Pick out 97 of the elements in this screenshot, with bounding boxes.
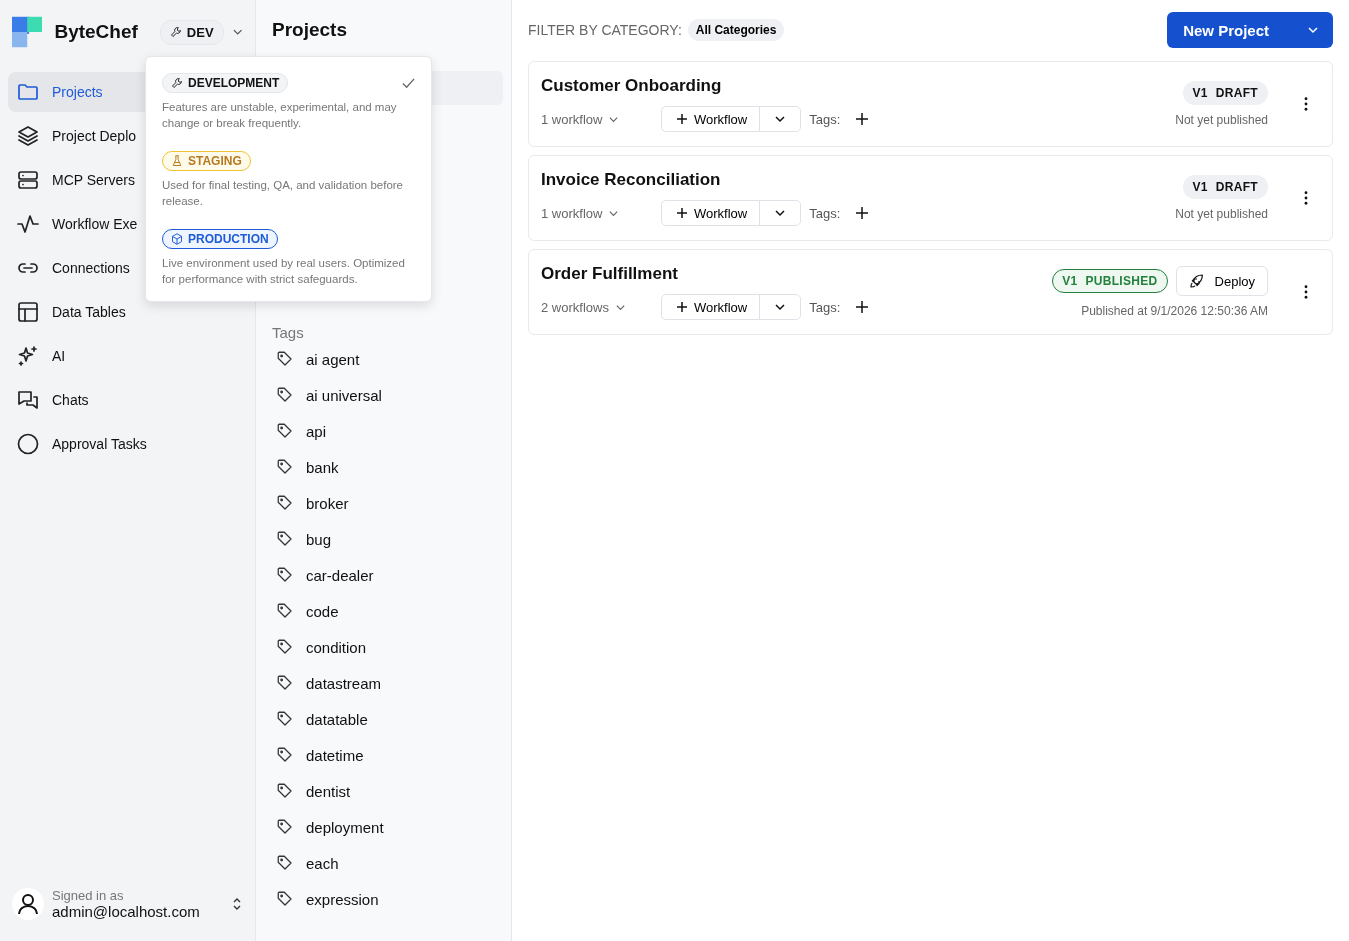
tag-icon <box>276 710 294 728</box>
environment-option[interactable]: PRODUCTION <box>162 229 278 249</box>
workflow-count[interactable]: 1 workflow <box>541 205 661 221</box>
chat-icon[interactable] <box>16 388 40 412</box>
sparkles-icon[interactable] <box>16 344 40 368</box>
panel-title: Projects <box>272 19 348 41</box>
logo-icon <box>12 16 43 48</box>
user-avatar-icon[interactable] <box>12 888 44 920</box>
workflow-count[interactable]: 1 workflow <box>541 111 661 127</box>
tags-heading: Tags <box>272 324 305 341</box>
tag-item[interactable]: bank <box>272 449 503 485</box>
environment-description: Live environment used by real users. Optimized for performance with strict safeguards. <box>162 256 406 287</box>
environment-selector[interactable]: DEV <box>159 19 224 45</box>
tag-item[interactable]: deployment <box>272 809 503 845</box>
category-filter[interactable]: All Categories <box>687 19 785 41</box>
tag-icon <box>276 854 294 872</box>
chevron-down-icon <box>774 301 787 313</box>
project-card[interactable]: Customer Onboarding 1 workflow Workflow Tags: V1 DRAFT Not yet published <box>528 61 1333 147</box>
more-options-icon[interactable] <box>1304 191 1308 205</box>
new-project-button[interactable]: New Project <box>1167 12 1333 48</box>
tag-icon <box>276 818 294 836</box>
project-name: Order Fulfillment <box>541 264 679 284</box>
publish-status: Not yet published <box>1175 113 1268 127</box>
publish-status: Not yet published <box>1175 207 1268 221</box>
table-icon[interactable] <box>16 300 40 324</box>
tags-label: Tags: <box>809 299 841 315</box>
environment-description: Used for final testing, QA, and validation before release. <box>162 178 404 209</box>
chevron-down-icon <box>774 207 787 219</box>
tag-item[interactable]: datatable <box>272 701 503 737</box>
user-email: admin@localhost.com <box>52 903 201 920</box>
filter-label: FILTER BY CATEGORY: <box>528 22 682 38</box>
status-badge: V1 DRAFT <box>1182 81 1268 105</box>
publish-status: Published at 9/1/2026 12:50:36 AM <box>1081 304 1268 318</box>
tag-icon <box>276 530 294 548</box>
rocket-icon <box>1188 273 1205 289</box>
tag-icon <box>276 638 294 656</box>
more-options-icon[interactable] <box>1304 97 1308 111</box>
signed-in-caption: Signed in as <box>52 888 125 903</box>
chevron-down-icon <box>1307 24 1319 36</box>
tags-label: Tags: <box>809 111 841 127</box>
more-options-icon[interactable] <box>1304 285 1308 299</box>
nav-item[interactable]: AI <box>8 336 247 376</box>
tag-item[interactable]: condition <box>272 629 503 665</box>
project-card[interactable]: Invoice Reconciliation 1 workflow Workflow Tags: V1 DRAFT Not yet published <box>528 155 1333 241</box>
tag-icon <box>276 674 294 692</box>
tag-item[interactable]: dentist <box>272 773 503 809</box>
tag-item[interactable]: datastream <box>272 665 503 701</box>
tag-icon <box>276 458 294 476</box>
add-tag-icon[interactable] <box>856 301 869 313</box>
tag-item[interactable]: expression <box>272 881 503 917</box>
server-icon[interactable] <box>16 168 40 192</box>
wrench-icon <box>169 26 182 38</box>
tag-icon <box>276 422 294 440</box>
nav-item[interactable]: Data Tables <box>8 292 247 332</box>
tag-icon <box>276 746 294 764</box>
project-card[interactable]: Order Fulfillment 2 workflows Workflow Tags: V1 PUBLISHED Deploy Published at 9/1/2026 12:50:36 AM <box>528 249 1333 335</box>
layers-icon[interactable] <box>16 124 40 148</box>
status-badge: V1 PUBLISHED <box>1052 269 1168 293</box>
tag-item[interactable]: code <box>272 593 503 629</box>
nav-item[interactable]: Chats <box>8 380 247 420</box>
plus-icon <box>676 207 688 219</box>
app-name: ByteChef <box>54 21 138 43</box>
chevron-down-icon <box>774 113 787 125</box>
tag-item[interactable]: broker <box>272 485 503 521</box>
status-badge: V1 DRAFT <box>1182 175 1268 199</box>
workflow-count[interactable]: 2 workflows <box>541 299 661 315</box>
tag-item[interactable]: each <box>272 845 503 881</box>
tag-item[interactable]: car-dealer <box>272 557 503 593</box>
project-name: Customer Onboarding <box>541 76 723 96</box>
chevrons-up-down-icon[interactable] <box>231 896 243 912</box>
tag-item[interactable]: datetime <box>272 737 503 773</box>
add-tag-icon[interactable] <box>856 113 869 125</box>
tags-label: Tags: <box>809 205 841 221</box>
tag-icon <box>276 350 294 368</box>
circle-icon[interactable] <box>16 432 40 456</box>
plus-icon <box>676 113 688 125</box>
tag-item[interactable]: api <box>272 413 503 449</box>
tag-item[interactable]: bug <box>272 521 503 557</box>
environment-option[interactable]: STAGING <box>162 151 251 171</box>
tag-icon <box>276 386 294 404</box>
add-tag-icon[interactable] <box>856 207 869 219</box>
environment-option[interactable]: DEVELOPMENT <box>162 73 289 93</box>
wrench-icon <box>171 77 183 89</box>
tag-icon <box>276 494 294 512</box>
tag-icon <box>276 890 294 908</box>
tag-icon <box>276 602 294 620</box>
tag-icon <box>276 566 294 584</box>
tag-item[interactable]: ai agent <box>272 341 503 377</box>
deploy-button[interactable]: Deploy <box>1175 266 1268 296</box>
activity-icon[interactable] <box>16 212 40 236</box>
tag-icon <box>276 782 294 800</box>
project-name: Invoice Reconciliation <box>541 170 722 190</box>
nav-item[interactable]: Approval Tasks <box>8 424 247 464</box>
flask-icon <box>171 155 183 167</box>
cube-icon <box>171 233 183 245</box>
plus-icon <box>676 301 688 313</box>
tag-item[interactable]: ai universal <box>272 377 503 413</box>
